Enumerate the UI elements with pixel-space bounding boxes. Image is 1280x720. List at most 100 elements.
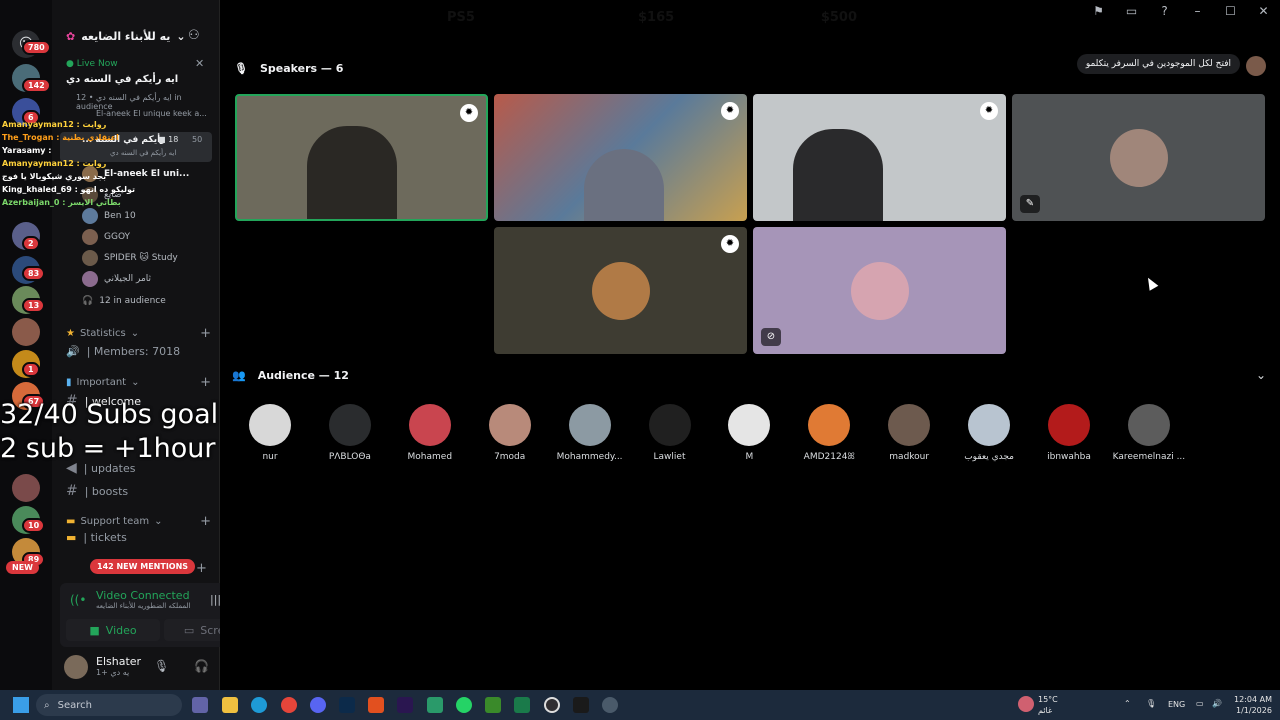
maximize-button[interactable]: ☐ bbox=[1214, 4, 1247, 18]
microphone-icon[interactable]: 🎙 bbox=[154, 659, 169, 673]
audience-member-name: Kareemelnazi ... bbox=[1112, 452, 1186, 462]
chevron-down-icon: ⌄ bbox=[154, 516, 163, 527]
audience-member[interactable]: Mohamed bbox=[391, 404, 469, 462]
windows-start-icon[interactable] bbox=[13, 697, 29, 713]
voice-user[interactable]: SPIDER 🐱 Study bbox=[82, 249, 212, 267]
photoshop-icon[interactable] bbox=[339, 697, 355, 713]
live-now-label: ● Live Now bbox=[66, 59, 118, 69]
invite-people-icon[interactable]: ⚇ bbox=[188, 28, 200, 43]
speaker-tile[interactable]: ✹ bbox=[235, 94, 488, 221]
weather-desc: غائم bbox=[1038, 706, 1053, 715]
language-indicator[interactable]: ENG bbox=[1168, 700, 1185, 709]
audience-member-name: Mohamed bbox=[407, 452, 453, 462]
speaker-tile[interactable]: ✹ bbox=[494, 94, 747, 221]
audience-member[interactable]: madkour bbox=[870, 404, 948, 462]
server-badge: 1 bbox=[22, 362, 40, 377]
channel-boosts[interactable]: # | boosts bbox=[66, 483, 128, 499]
audience-member[interactable]: ibnwahba bbox=[1030, 404, 1108, 462]
app-icon[interactable] bbox=[573, 697, 589, 713]
weather-icon bbox=[1018, 696, 1034, 712]
chevron-up-icon[interactable]: ⌃ bbox=[1124, 699, 1131, 708]
clock-date[interactable]: 1/1/2026 bbox=[1236, 706, 1272, 715]
goal-target: $500 bbox=[820, 9, 857, 25]
chevron-down-icon: ⌄ bbox=[131, 377, 140, 388]
file-explorer-icon[interactable] bbox=[222, 697, 238, 713]
clock-time[interactable]: 12:04 AM bbox=[1234, 695, 1272, 704]
channel-members[interactable]: 🔊 | Members: 7018 bbox=[66, 345, 180, 358]
audience-member[interactable]: مجدي يعقوب bbox=[950, 404, 1028, 462]
audience-member-name: nur bbox=[262, 452, 278, 462]
voice-user-name: Ben 10 bbox=[104, 211, 136, 221]
voice-user[interactable]: Ben 10 bbox=[82, 207, 212, 225]
add-channel-icon[interactable]: + bbox=[200, 326, 211, 341]
audience-row[interactable]: 🎧 12 in audience bbox=[82, 292, 212, 310]
app-icon[interactable] bbox=[514, 697, 530, 713]
speaker-tile[interactable]: ⊘ bbox=[753, 227, 1006, 354]
teams-icon[interactable] bbox=[192, 697, 208, 713]
audience-member[interactable]: nur bbox=[231, 404, 309, 462]
microphone-icon[interactable]: 🎙 bbox=[1146, 699, 1156, 708]
goal-current: $165 bbox=[638, 9, 675, 25]
whatsapp-icon[interactable] bbox=[456, 697, 472, 713]
server-icon[interactable] bbox=[12, 318, 40, 346]
server-name-header[interactable]: ✿ يه للأبناء الضايعه ⌄ bbox=[66, 30, 186, 43]
chat-message: Amanyayman12 : روايت bbox=[2, 120, 107, 129]
chrome-icon[interactable] bbox=[281, 697, 297, 713]
microphone-muted-icon: ⊘ bbox=[761, 328, 781, 346]
audience-member[interactable]: M bbox=[710, 404, 788, 462]
headphones-icon[interactable]: 🎧 bbox=[194, 659, 209, 673]
brave-icon[interactable] bbox=[368, 697, 384, 713]
video-button-label: Video bbox=[105, 623, 137, 637]
close-button[interactable]: ✕ bbox=[1247, 4, 1280, 18]
premiere-icon[interactable] bbox=[397, 697, 413, 713]
display-icon[interactable]: ▭ bbox=[1196, 699, 1204, 708]
add-channel-icon[interactable]: + bbox=[196, 561, 207, 576]
add-channel-icon[interactable]: + bbox=[200, 514, 211, 529]
audience-member[interactable]: AMD2124ꕤ bbox=[790, 404, 868, 462]
taskbar-search[interactable]: ⌕ Search bbox=[36, 694, 182, 716]
speaker-video bbox=[307, 126, 397, 219]
category-support[interactable]: ▬ Support team ⌄ + bbox=[66, 514, 211, 529]
chevron-down-icon[interactable]: ⌄ bbox=[1256, 368, 1266, 382]
audience-member[interactable]: Kareemelnazi ... bbox=[1110, 404, 1188, 462]
headphones-icon: 🎧 bbox=[82, 296, 94, 306]
audience-member[interactable]: 7moda bbox=[471, 404, 549, 462]
star-icon: ★ bbox=[66, 328, 75, 339]
channel-sidebar: ✿ يه للأبناء الضايعه ⌄ ⚇ ● Live Now ✕ اي… bbox=[52, 0, 264, 690]
new-mentions-badge[interactable]: 142 NEW MENTIONS bbox=[90, 559, 196, 574]
voice-user[interactable]: ثامر الجيلاني bbox=[82, 270, 212, 288]
audience-member[interactable]: Mohammedy... bbox=[551, 404, 629, 462]
inbox-icon[interactable]: ▭ bbox=[1115, 4, 1148, 18]
volume-icon[interactable]: 🔊 bbox=[1212, 699, 1222, 708]
stage-view: 🎙 Speakers — 6 افتح لكل الموجودين في الس… bbox=[220, 0, 1280, 690]
channel-tickets[interactable]: ▬ | tickets bbox=[66, 531, 127, 544]
speaker-tile[interactable]: ✹ bbox=[753, 94, 1006, 221]
category-statistics[interactable]: ★ Statistics ⌄ + bbox=[66, 326, 211, 341]
channel-label: | Members: 7018 bbox=[86, 345, 181, 358]
chat-message: Amanyayman12 : روايت bbox=[2, 159, 107, 168]
video-button[interactable]: ■ Video bbox=[66, 619, 160, 641]
speaker-tile[interactable]: ✹ bbox=[494, 227, 747, 354]
app-icon[interactable] bbox=[427, 697, 443, 713]
audience-member[interactable]: Lawliet bbox=[631, 404, 709, 462]
discord-icon[interactable] bbox=[310, 697, 326, 713]
obs-icon[interactable] bbox=[544, 697, 560, 713]
server-icon[interactable] bbox=[12, 474, 40, 502]
help-icon[interactable]: ? bbox=[1148, 4, 1181, 18]
settings-icon[interactable] bbox=[602, 697, 618, 713]
add-channel-icon[interactable]: + bbox=[200, 375, 211, 390]
minecraft-icon[interactable] bbox=[485, 697, 501, 713]
audience-member[interactable]: PΛBLOΘa bbox=[311, 404, 389, 462]
avatar bbox=[488, 404, 531, 446]
flag-icon[interactable]: ⚑ bbox=[1082, 4, 1115, 18]
audience-member-name: 7moda bbox=[494, 452, 526, 462]
close-icon[interactable]: ✕ bbox=[195, 57, 204, 70]
avatar[interactable] bbox=[1246, 56, 1266, 76]
edge-icon[interactable] bbox=[251, 697, 267, 713]
new-servers-badge[interactable]: NEW bbox=[6, 561, 39, 574]
speaker-tile[interactable]: ✎ bbox=[1012, 94, 1265, 221]
avatar[interactable] bbox=[64, 655, 88, 679]
minimize-button[interactable]: – bbox=[1181, 4, 1214, 18]
voice-user[interactable]: GGOY bbox=[82, 228, 212, 246]
category-important[interactable]: ▮ Important ⌄ + bbox=[66, 375, 211, 390]
